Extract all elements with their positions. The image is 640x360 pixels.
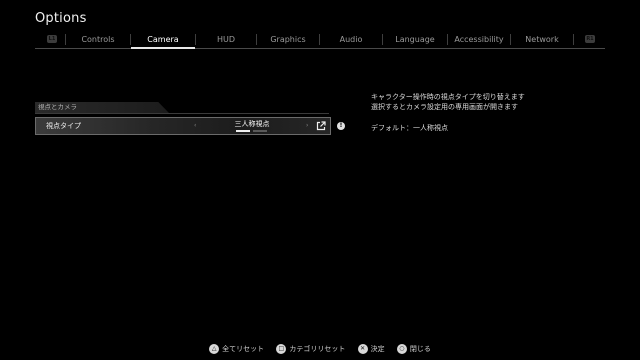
tab-divider xyxy=(573,34,574,45)
arrow-right-icon[interactable]: › xyxy=(306,118,308,134)
tab-network[interactable]: Network xyxy=(511,31,573,48)
setting-label: 視点タイプ xyxy=(46,122,81,130)
option-indicator-active xyxy=(236,130,250,132)
tab-underline xyxy=(35,48,605,49)
hint-label: カテゴリリセット xyxy=(289,345,346,353)
r1-bumper-icon[interactable]: R1 xyxy=(585,35,595,43)
tab-hud[interactable]: HUD xyxy=(196,31,256,48)
option-indicator-inactive xyxy=(253,130,267,132)
section-divider xyxy=(35,113,329,114)
tab-bar: L1 Controls Camera HUD Graphics Audio La… xyxy=(35,31,605,49)
tab-graphics[interactable]: Graphics xyxy=(257,31,319,48)
arrow-left-icon[interactable]: ‹ xyxy=(194,118,196,134)
tab-audio[interactable]: Audio xyxy=(320,31,382,48)
hint-label: 全てリセット xyxy=(222,345,265,353)
info-icon[interactable]: ! xyxy=(337,122,345,130)
hint-confirm[interactable]: ✕ 決定 xyxy=(357,344,385,354)
circle-icon: ○ xyxy=(396,344,407,354)
square-icon: □ xyxy=(276,344,287,354)
button-hints: △ 全てリセット □ カテゴリリセット ✕ 決定 ○ 閉じる xyxy=(0,344,640,356)
tab-camera[interactable]: Camera xyxy=(131,31,195,49)
hint-label: 決定 xyxy=(370,345,385,353)
cross-icon: ✕ xyxy=(357,344,368,354)
setting-description: キャラクター操作時の視点タイプを切り替えます 選択するとカメラ設定用の専用画面が… xyxy=(371,92,525,112)
default-value-text: デフォルト：一人称視点 xyxy=(371,124,448,132)
hint-reset-all[interactable]: △ 全てリセット xyxy=(209,344,264,354)
tab-accessibility[interactable]: Accessibility xyxy=(448,31,510,48)
triangle-icon: △ xyxy=(209,344,220,354)
tab-language[interactable]: Language xyxy=(383,31,447,48)
hint-close[interactable]: ○ 閉じる xyxy=(396,344,431,354)
open-external-icon[interactable] xyxy=(316,121,326,131)
option-indicator xyxy=(236,130,268,132)
description-line: 選択するとカメラ設定用の専用画面が開きます xyxy=(371,103,518,111)
page-title: Options xyxy=(35,11,87,26)
hint-label: 閉じる xyxy=(409,345,431,353)
hint-reset-category[interactable]: □ カテゴリリセット xyxy=(276,344,345,354)
description-line: キャラクター操作時の視点タイプを切り替えます xyxy=(371,93,525,101)
l1-bumper-icon[interactable]: L1 xyxy=(47,35,57,43)
section-header: 視点とカメラ xyxy=(35,102,169,113)
setting-value: 三人称視点 xyxy=(234,120,270,128)
setting-row-view-type[interactable]: 視点タイプ ‹ 三人称視点 › xyxy=(35,117,331,135)
tab-controls[interactable]: Controls xyxy=(66,31,130,48)
